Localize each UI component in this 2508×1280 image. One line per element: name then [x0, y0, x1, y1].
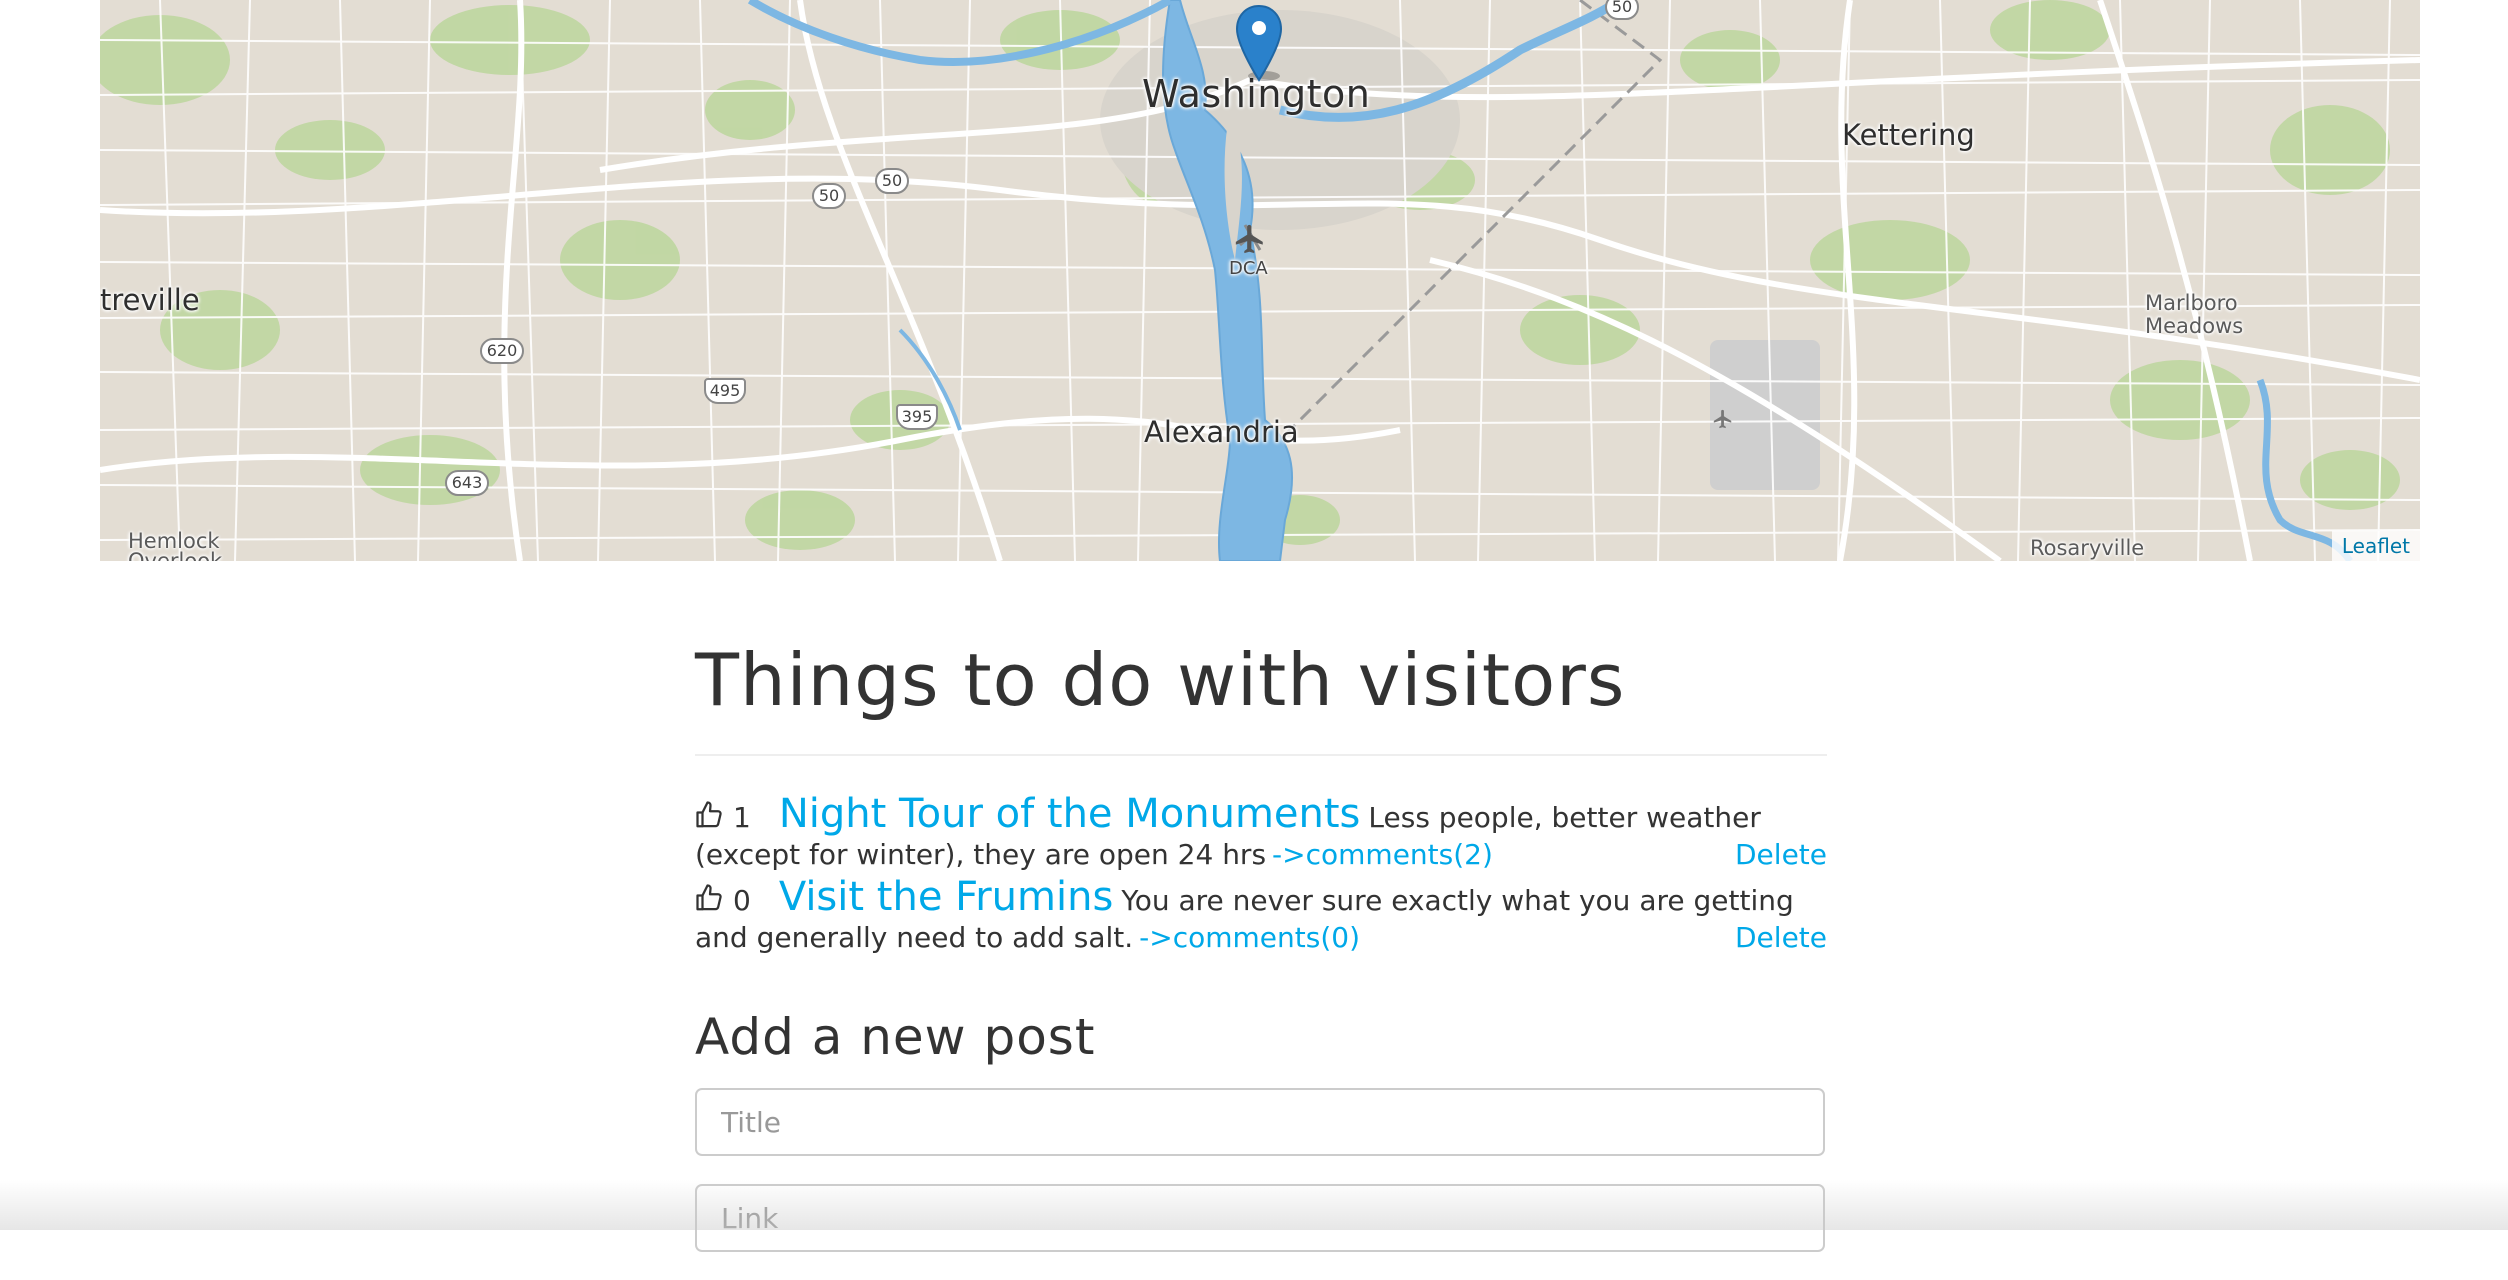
route-shield: 50: [812, 183, 846, 209]
map-label-rosaryville: Rosaryville: [2030, 536, 2145, 560]
comments-link[interactable]: ->comments(0): [1139, 921, 1360, 954]
vote-count: 0: [733, 884, 751, 917]
map-label-kettering: Kettering: [1842, 118, 1975, 152]
map-label-treville: treville: [100, 283, 200, 317]
map-label-meadows: Meadows: [2145, 314, 2244, 338]
airport-icon: [1235, 224, 1263, 254]
thumbs-up-icon[interactable]: [695, 800, 725, 830]
post-title-link[interactable]: Visit the Frumins: [779, 874, 1113, 920]
new-post-heading: Add a new post: [695, 1008, 1096, 1066]
comments-link[interactable]: ->comments(2): [1272, 838, 1493, 871]
map-label-overlook: Overlook: [128, 549, 223, 562]
post-title-link[interactable]: Night Tour of the Monuments: [779, 791, 1361, 837]
airport-icon: [1713, 409, 1732, 429]
title-input[interactable]: [695, 1088, 1825, 1156]
post-item: 1 Night Tour of the Monuments Less people,…: [695, 794, 1827, 873]
map-label-alexandria: Alexandria: [1144, 415, 1299, 449]
title-divider: [695, 754, 1827, 756]
map-marker-icon[interactable]: [1234, 4, 1284, 84]
map-label-dca: DCA: [1229, 258, 1268, 279]
route-shield: 620: [480, 338, 524, 364]
delete-button[interactable]: Delete: [1735, 919, 1827, 956]
link-input[interactable]: [695, 1184, 1825, 1252]
post-item: 0 Visit the Frumins You are never sure exa…: [695, 877, 1827, 956]
interstate-shield: 495: [704, 378, 746, 404]
route-shield: 643: [445, 470, 489, 496]
main-content: Things to do with visitors 1 Night Tour o…: [695, 620, 1827, 1280]
thumbs-up-icon[interactable]: [695, 883, 725, 913]
route-shield: 50: [875, 168, 909, 194]
vote-count: 1: [733, 801, 751, 834]
map-label-marlboro: Marlboro: [2145, 291, 2238, 315]
leaflet-attribution-link[interactable]: Leaflet: [2331, 531, 2420, 561]
delete-button[interactable]: Delete: [1735, 836, 1827, 873]
route-shield: 50: [1605, 0, 1639, 20]
page-title: Things to do with visitors: [695, 638, 1626, 722]
map[interactable]: Washington Kettering treville Marlboro M…: [100, 0, 2420, 561]
interstate-shield: 395: [896, 404, 938, 430]
